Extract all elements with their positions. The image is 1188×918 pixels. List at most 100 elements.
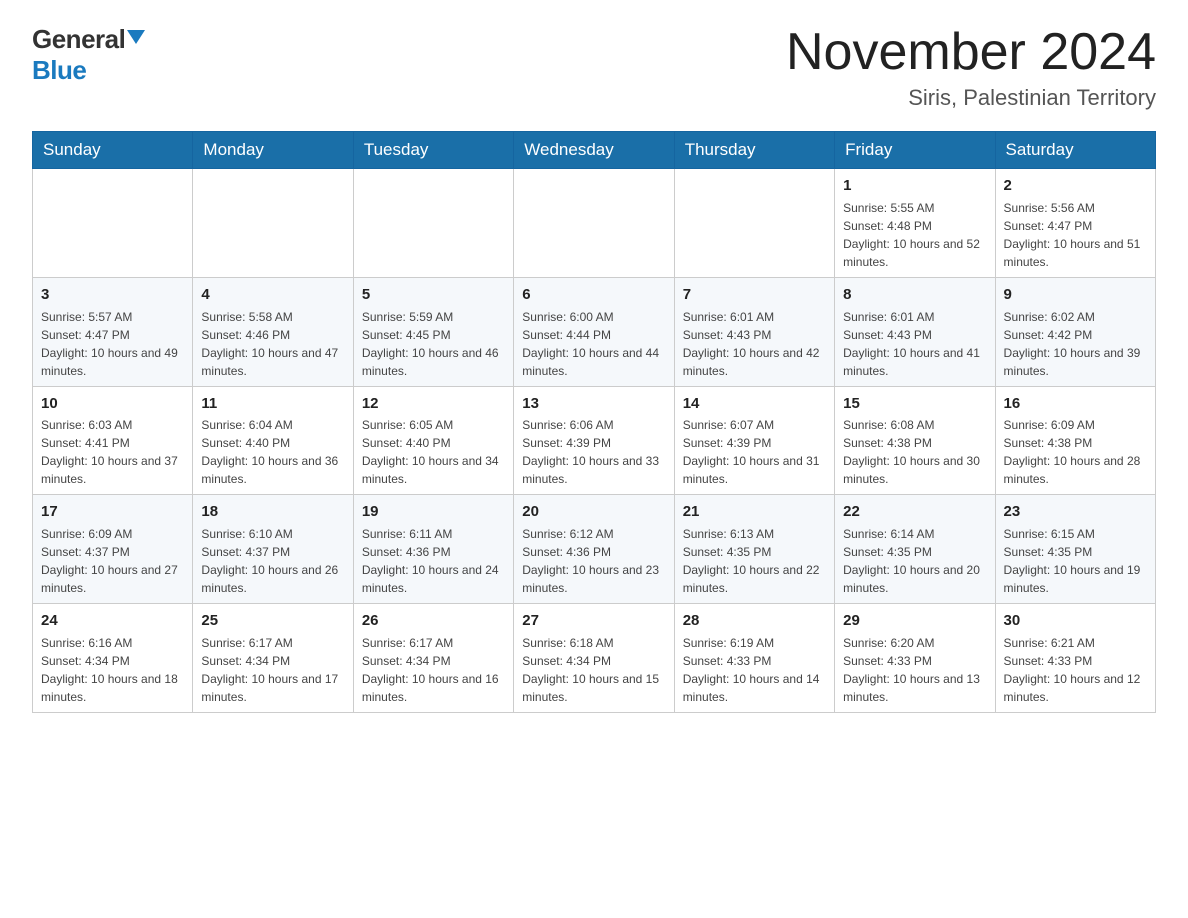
calendar-day-cell: 12Sunrise: 6:05 AMSunset: 4:40 PMDayligh…: [353, 386, 513, 495]
day-number: 14: [683, 393, 826, 415]
day-number: 18: [201, 501, 344, 523]
day-number: 12: [362, 393, 505, 415]
calendar-day-cell: [33, 169, 193, 278]
day-info: Sunrise: 6:11 AMSunset: 4:36 PMDaylight:…: [362, 525, 505, 597]
day-info: Sunrise: 6:09 AMSunset: 4:37 PMDaylight:…: [41, 525, 184, 597]
day-info: Sunrise: 6:09 AMSunset: 4:38 PMDaylight:…: [1004, 416, 1147, 488]
calendar-day-cell: 22Sunrise: 6:14 AMSunset: 4:35 PMDayligh…: [835, 495, 995, 604]
day-info: Sunrise: 6:14 AMSunset: 4:35 PMDaylight:…: [843, 525, 986, 597]
logo-general-text: General: [32, 24, 125, 55]
day-number: 13: [522, 393, 665, 415]
day-info: Sunrise: 6:19 AMSunset: 4:33 PMDaylight:…: [683, 634, 826, 706]
day-number: 9: [1004, 284, 1147, 306]
weekday-header-saturday: Saturday: [995, 132, 1155, 169]
day-info: Sunrise: 6:03 AMSunset: 4:41 PMDaylight:…: [41, 416, 184, 488]
day-info: Sunrise: 6:17 AMSunset: 4:34 PMDaylight:…: [362, 634, 505, 706]
day-info: Sunrise: 6:12 AMSunset: 4:36 PMDaylight:…: [522, 525, 665, 597]
day-info: Sunrise: 6:01 AMSunset: 4:43 PMDaylight:…: [683, 308, 826, 380]
logo: General Blue: [32, 24, 145, 86]
weekday-header-thursday: Thursday: [674, 132, 834, 169]
day-number: 24: [41, 610, 184, 632]
day-number: 28: [683, 610, 826, 632]
day-number: 6: [522, 284, 665, 306]
calendar-day-cell: 6Sunrise: 6:00 AMSunset: 4:44 PMDaylight…: [514, 277, 674, 386]
day-info: Sunrise: 5:55 AMSunset: 4:48 PMDaylight:…: [843, 199, 986, 271]
calendar-week-row: 17Sunrise: 6:09 AMSunset: 4:37 PMDayligh…: [33, 495, 1156, 604]
calendar-week-row: 24Sunrise: 6:16 AMSunset: 4:34 PMDayligh…: [33, 604, 1156, 713]
day-number: 7: [683, 284, 826, 306]
day-number: 19: [362, 501, 505, 523]
day-number: 27: [522, 610, 665, 632]
calendar-day-cell: 11Sunrise: 6:04 AMSunset: 4:40 PMDayligh…: [193, 386, 353, 495]
day-number: 20: [522, 501, 665, 523]
day-number: 29: [843, 610, 986, 632]
location-title: Siris, Palestinian Territory: [786, 85, 1156, 111]
calendar-day-cell: 5Sunrise: 5:59 AMSunset: 4:45 PMDaylight…: [353, 277, 513, 386]
calendar-day-cell: 16Sunrise: 6:09 AMSunset: 4:38 PMDayligh…: [995, 386, 1155, 495]
day-number: 8: [843, 284, 986, 306]
day-info: Sunrise: 6:17 AMSunset: 4:34 PMDaylight:…: [201, 634, 344, 706]
calendar-day-cell: 9Sunrise: 6:02 AMSunset: 4:42 PMDaylight…: [995, 277, 1155, 386]
day-info: Sunrise: 6:00 AMSunset: 4:44 PMDaylight:…: [522, 308, 665, 380]
day-info: Sunrise: 6:21 AMSunset: 4:33 PMDaylight:…: [1004, 634, 1147, 706]
calendar-day-cell: 20Sunrise: 6:12 AMSunset: 4:36 PMDayligh…: [514, 495, 674, 604]
calendar-day-cell: 14Sunrise: 6:07 AMSunset: 4:39 PMDayligh…: [674, 386, 834, 495]
month-title: November 2024: [786, 24, 1156, 81]
calendar-day-cell: 18Sunrise: 6:10 AMSunset: 4:37 PMDayligh…: [193, 495, 353, 604]
logo-blue-text: Blue: [32, 55, 86, 85]
day-info: Sunrise: 6:08 AMSunset: 4:38 PMDaylight:…: [843, 416, 986, 488]
day-info: Sunrise: 6:13 AMSunset: 4:35 PMDaylight:…: [683, 525, 826, 597]
day-info: Sunrise: 6:20 AMSunset: 4:33 PMDaylight:…: [843, 634, 986, 706]
calendar-day-cell: [514, 169, 674, 278]
day-info: Sunrise: 5:57 AMSunset: 4:47 PMDaylight:…: [41, 308, 184, 380]
day-info: Sunrise: 6:10 AMSunset: 4:37 PMDaylight:…: [201, 525, 344, 597]
weekday-header-sunday: Sunday: [33, 132, 193, 169]
calendar-day-cell: 19Sunrise: 6:11 AMSunset: 4:36 PMDayligh…: [353, 495, 513, 604]
day-number: 22: [843, 501, 986, 523]
day-info: Sunrise: 6:02 AMSunset: 4:42 PMDaylight:…: [1004, 308, 1147, 380]
day-number: 30: [1004, 610, 1147, 632]
calendar-day-cell: 17Sunrise: 6:09 AMSunset: 4:37 PMDayligh…: [33, 495, 193, 604]
calendar-day-cell: 21Sunrise: 6:13 AMSunset: 4:35 PMDayligh…: [674, 495, 834, 604]
day-number: 21: [683, 501, 826, 523]
day-number: 11: [201, 393, 344, 415]
weekday-header-tuesday: Tuesday: [353, 132, 513, 169]
calendar-day-cell: 23Sunrise: 6:15 AMSunset: 4:35 PMDayligh…: [995, 495, 1155, 604]
calendar-table: SundayMondayTuesdayWednesdayThursdayFrid…: [32, 131, 1156, 713]
calendar-day-cell: 15Sunrise: 6:08 AMSunset: 4:38 PMDayligh…: [835, 386, 995, 495]
calendar-week-row: 1Sunrise: 5:55 AMSunset: 4:48 PMDaylight…: [33, 169, 1156, 278]
day-number: 15: [843, 393, 986, 415]
weekday-header-monday: Monday: [193, 132, 353, 169]
day-info: Sunrise: 6:06 AMSunset: 4:39 PMDaylight:…: [522, 416, 665, 488]
calendar-day-cell: 29Sunrise: 6:20 AMSunset: 4:33 PMDayligh…: [835, 604, 995, 713]
day-number: 3: [41, 284, 184, 306]
calendar-day-cell: 28Sunrise: 6:19 AMSunset: 4:33 PMDayligh…: [674, 604, 834, 713]
day-number: 1: [843, 175, 986, 197]
day-info: Sunrise: 5:59 AMSunset: 4:45 PMDaylight:…: [362, 308, 505, 380]
day-number: 2: [1004, 175, 1147, 197]
day-number: 17: [41, 501, 184, 523]
calendar-day-cell: [193, 169, 353, 278]
calendar-day-cell: [674, 169, 834, 278]
day-info: Sunrise: 6:18 AMSunset: 4:34 PMDaylight:…: [522, 634, 665, 706]
day-number: 5: [362, 284, 505, 306]
calendar-day-cell: 4Sunrise: 5:58 AMSunset: 4:46 PMDaylight…: [193, 277, 353, 386]
day-info: Sunrise: 6:16 AMSunset: 4:34 PMDaylight:…: [41, 634, 184, 706]
day-info: Sunrise: 6:15 AMSunset: 4:35 PMDaylight:…: [1004, 525, 1147, 597]
calendar-week-row: 3Sunrise: 5:57 AMSunset: 4:47 PMDaylight…: [33, 277, 1156, 386]
day-number: 4: [201, 284, 344, 306]
calendar-day-cell: 2Sunrise: 5:56 AMSunset: 4:47 PMDaylight…: [995, 169, 1155, 278]
calendar-day-cell: 26Sunrise: 6:17 AMSunset: 4:34 PMDayligh…: [353, 604, 513, 713]
calendar-day-cell: 27Sunrise: 6:18 AMSunset: 4:34 PMDayligh…: [514, 604, 674, 713]
calendar-header-row: SundayMondayTuesdayWednesdayThursdayFrid…: [33, 132, 1156, 169]
calendar-day-cell: 8Sunrise: 6:01 AMSunset: 4:43 PMDaylight…: [835, 277, 995, 386]
calendar-day-cell: 13Sunrise: 6:06 AMSunset: 4:39 PMDayligh…: [514, 386, 674, 495]
calendar-week-row: 10Sunrise: 6:03 AMSunset: 4:41 PMDayligh…: [33, 386, 1156, 495]
page-header: General Blue November 2024 Siris, Palest…: [32, 24, 1156, 111]
calendar-day-cell: 1Sunrise: 5:55 AMSunset: 4:48 PMDaylight…: [835, 169, 995, 278]
calendar-day-cell: 7Sunrise: 6:01 AMSunset: 4:43 PMDaylight…: [674, 277, 834, 386]
calendar-day-cell: 25Sunrise: 6:17 AMSunset: 4:34 PMDayligh…: [193, 604, 353, 713]
day-info: Sunrise: 6:07 AMSunset: 4:39 PMDaylight:…: [683, 416, 826, 488]
day-number: 25: [201, 610, 344, 632]
day-number: 10: [41, 393, 184, 415]
